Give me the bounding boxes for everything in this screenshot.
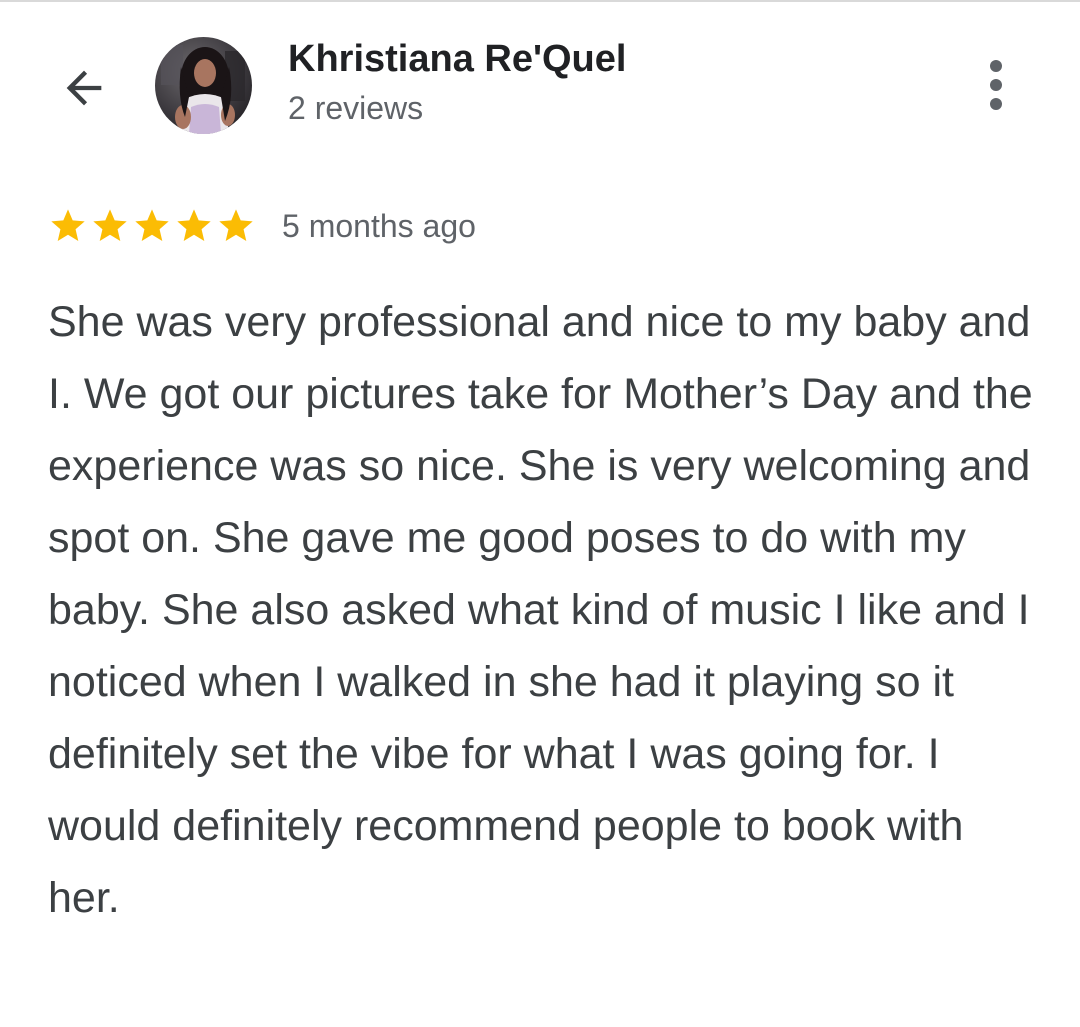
star-rating (48, 206, 256, 246)
more-options-button[interactable] (966, 50, 1026, 120)
star-icon (177, 209, 211, 241)
review-date: 5 months ago (282, 207, 476, 244)
star-icon (51, 209, 85, 241)
more-vert-icon-dot (990, 79, 1002, 91)
review-meta: 5 months ago (48, 204, 476, 248)
more-vert-icon-dot (990, 98, 1002, 110)
avatar-photo (155, 37, 252, 134)
star-icon (135, 209, 169, 241)
review-header: Khristiana Re'Quel 2 reviews (0, 0, 1080, 170)
reviewer-name[interactable]: Khristiana Re'Quel (288, 38, 626, 81)
reviewer-review-count: 2 reviews (288, 90, 424, 126)
more-vert-icon (990, 60, 1002, 72)
star-icon (93, 209, 127, 241)
back-button[interactable] (40, 44, 128, 132)
reviewer-avatar[interactable] (155, 37, 252, 134)
arrow-back-icon (66, 70, 102, 106)
review-text: She was very professional and nice to my… (48, 298, 1033, 922)
star-icon (219, 209, 253, 241)
